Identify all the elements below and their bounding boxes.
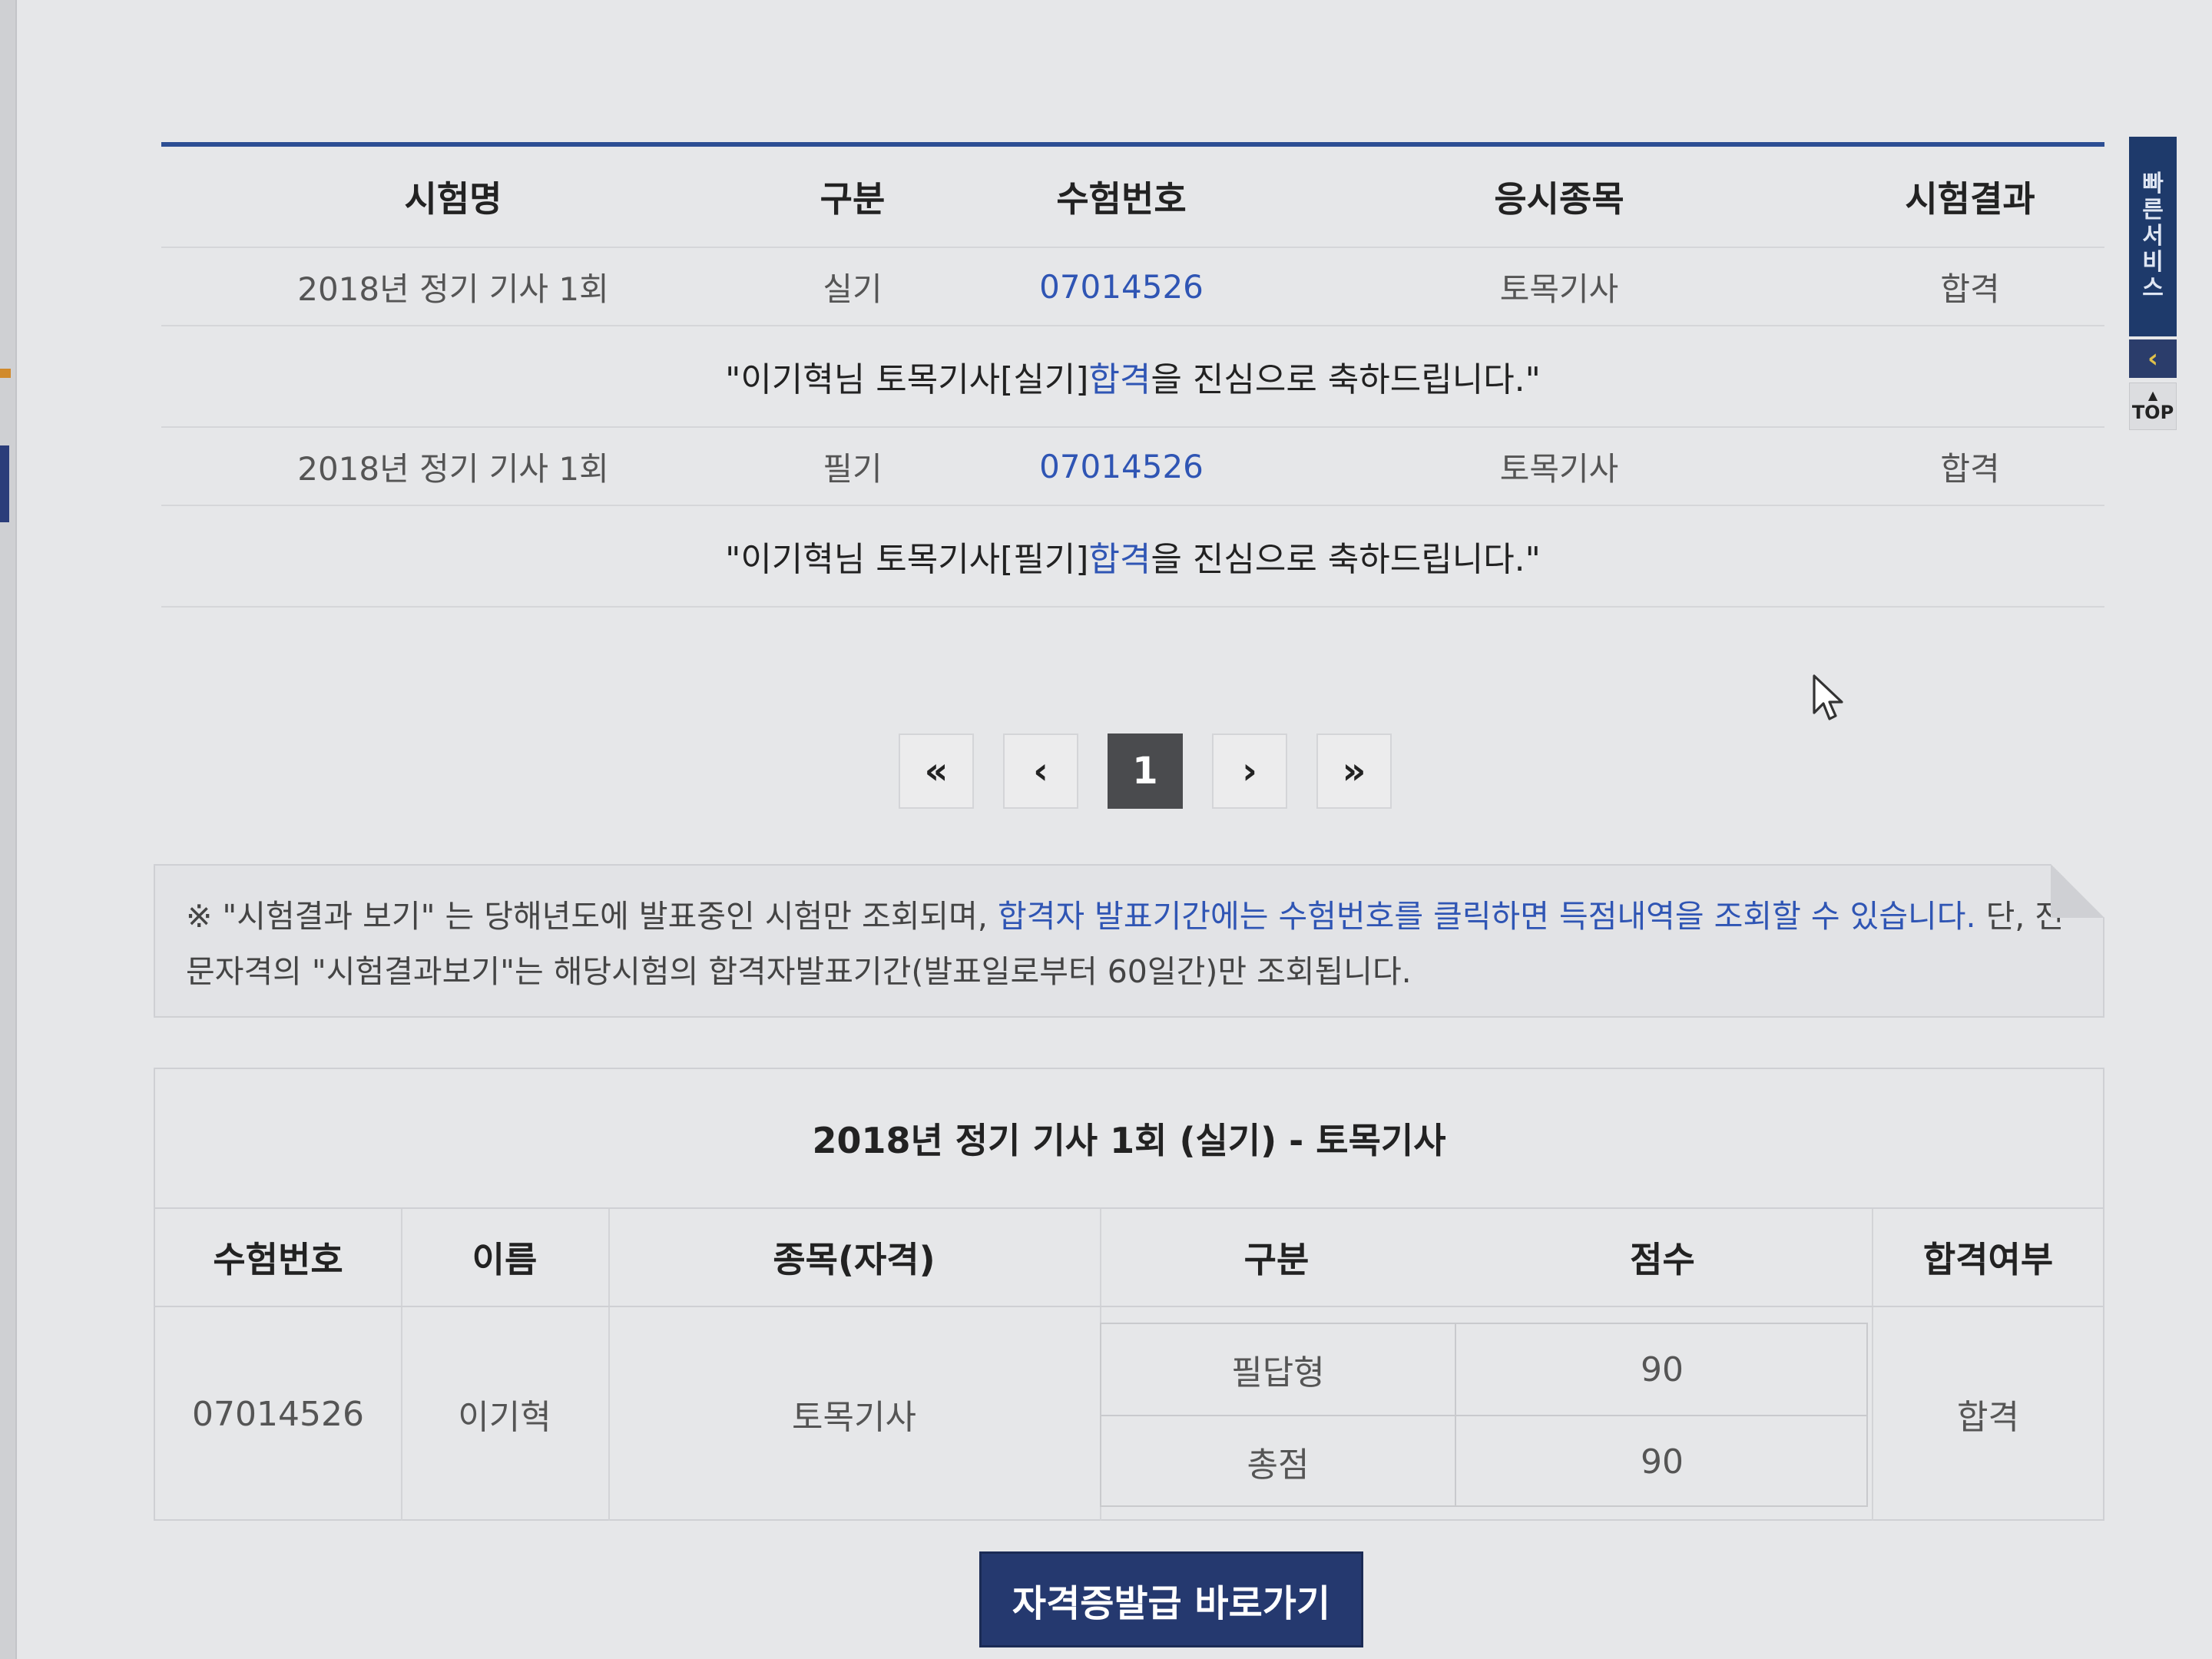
notice-box: ※ "시험결과 보기" 는 당해년도에 발표중인 시험만 조회되며, 합격자 발… [154, 864, 2104, 1018]
congrats-message: "이기혁님 토목기사[필기] 합격 을 진심으로 축하드립니다." [161, 506, 2104, 608]
quick-service-label: 서 [2142, 223, 2164, 250]
score-value: 90 [1641, 1442, 1684, 1482]
col-subject: 종목(자격) [608, 1207, 1100, 1307]
congrats-message: "이기혁님 토목기사[실기] 합격 을 진심으로 축하드립니다." [161, 326, 2104, 428]
first-page-button[interactable]: « [899, 733, 974, 809]
quick-service-label: 른 [2142, 197, 2164, 224]
exam-result: 합격 [1940, 449, 2000, 488]
congrats-text: "이기혁님 토목기사[실기] [725, 360, 1089, 399]
reg-no-link[interactable]: 07014526 [960, 248, 1283, 325]
score-type: 필답형 [1231, 1353, 1325, 1392]
congrats-text: "이기혁님 토목기사[필기] [725, 540, 1089, 579]
score-detail-title: 2018년 정기 기사 1회 (실기) - 토목기사 [812, 1120, 1446, 1161]
congrats-text: 을 진심으로 축하드립니다." [1151, 360, 1541, 399]
left-edge-strip [0, 0, 17, 1659]
score-detail-panel: 2018년 정기 기사 1회 (실기) - 토목기사 수험번호 이름 종목(자격… [154, 1068, 2104, 1521]
mouse-cursor-icon [1813, 674, 1843, 720]
congrats-text: 을 진심으로 축하드립니다." [1151, 540, 1541, 579]
col-reg-no: 수험번호 [1056, 178, 1187, 220]
exam-type: 실기 [823, 270, 882, 308]
congrats-highlight: 합격 [1088, 360, 1151, 399]
exam-subject: 토목기사 [1499, 270, 1619, 308]
score-detail-table: 수험번호 이름 종목(자격) 구분 점수 합격여부 07014526 이기혁 토… [155, 1207, 2104, 1521]
prev-page-button[interactable]: ‹ [1003, 733, 1078, 809]
detail-pass-status: 합격 [1957, 1398, 2019, 1437]
col-type: 구분 [1100, 1207, 1453, 1307]
quick-service-label: 비 [2142, 249, 2164, 276]
quick-service-label: 빠 [2142, 171, 2164, 197]
col-pass: 합격여부 [1872, 1207, 2104, 1307]
arrow-up-icon: ▲ [2147, 388, 2158, 402]
exam-subject: 토목기사 [1499, 449, 1619, 488]
scroll-top-button[interactable]: ▲ TOP [2129, 382, 2177, 430]
notice-text: ※ "시험결과 보기" 는 당해년도에 발표중인 시험만 조회되며, [186, 898, 998, 935]
score-breakdown: 필답형 90 총점 90 [1100, 1323, 1868, 1507]
page-fold-decoration [2051, 864, 2104, 918]
exam-result: 합격 [1940, 270, 2000, 308]
certificate-issue-button[interactable]: 자격증발급 바로가기 [979, 1551, 1363, 1647]
exam-name: 2018년 정기 기사 1회 [297, 449, 609, 488]
chevron-left-icon[interactable]: ‹ [2129, 339, 2177, 378]
col-score: 점수 [1453, 1207, 1872, 1307]
notice-highlight: 합격자 발표기간에는 수험번호를 클릭하면 득점내역을 조회할 수 있습니다. [997, 898, 1976, 935]
detail-name: 이기혁 [458, 1398, 551, 1437]
col-exam-name: 시험명 [404, 178, 502, 220]
detail-subject: 토목기사 [792, 1398, 916, 1437]
col-type: 구분 [820, 178, 886, 220]
next-page-button[interactable]: › [1212, 733, 1287, 809]
pagination: « ‹ 1 › » [899, 733, 1392, 809]
results-header-row: 시험명 구분 수험번호 응시종목 시험결과 [161, 147, 2104, 248]
top-label: TOP [2131, 402, 2174, 423]
left-edge-marker [0, 369, 11, 378]
quick-service-bar: 빠 른 서 비 스 ‹ ▲ TOP [2129, 137, 2177, 430]
page-1-button[interactable]: 1 [1108, 733, 1183, 809]
main-content: 시험명 구분 수험번호 응시종목 시험결과 2018년 정기 기사 1회 실기 … [154, 0, 2112, 1659]
col-name: 이름 [401, 1207, 608, 1307]
table-row: 2018년 정기 기사 1회 필기 07014526 토목기사 합격 [161, 428, 2104, 506]
congrats-highlight: 합격 [1088, 540, 1151, 579]
table-row: 2018년 정기 기사 1회 실기 07014526 토목기사 합격 [161, 248, 2104, 326]
results-table: 시험명 구분 수험번호 응시종목 시험결과 2018년 정기 기사 1회 실기 … [161, 142, 2104, 608]
exam-name: 2018년 정기 기사 1회 [297, 270, 609, 308]
score-type: 총점 [1247, 1445, 1310, 1485]
left-edge-marker [0, 445, 9, 522]
quick-service-label: 스 [2142, 275, 2164, 302]
last-page-button[interactable]: » [1316, 733, 1392, 809]
quick-service-button[interactable]: 빠 른 서 비 스 [2129, 137, 2177, 336]
col-reg-no: 수험번호 [155, 1207, 401, 1307]
col-result: 시험결과 [1905, 178, 2035, 220]
reg-no-link[interactable]: 07014526 [960, 428, 1283, 505]
score-value: 90 [1641, 1349, 1684, 1389]
detail-reg-no: 07014526 [192, 1394, 364, 1434]
exam-type: 필기 [823, 449, 882, 488]
col-subject: 응시종목 [1494, 178, 1624, 220]
